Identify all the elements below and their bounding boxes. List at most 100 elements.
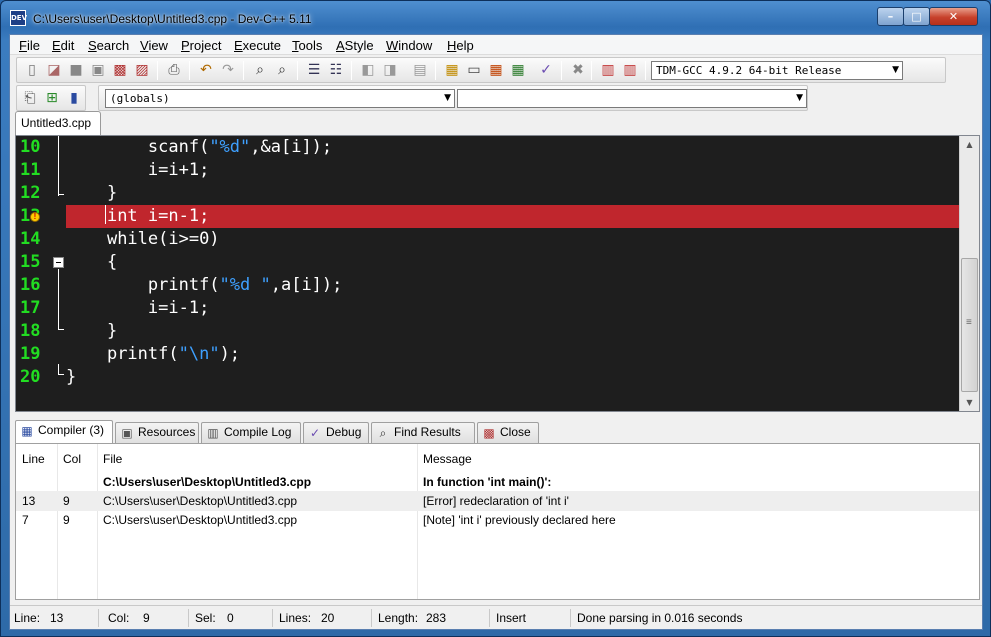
print-icon[interactable]: ⎙ (165, 61, 183, 79)
rebuild-icon[interactable]: ▦ (509, 61, 527, 79)
string-literal: "%d " (219, 275, 271, 295)
profile-chart-icon[interactable]: ▥ (599, 61, 617, 79)
column-header-line[interactable]: Line (22, 452, 45, 466)
code-line[interactable]: printf("\n"); (66, 343, 959, 366)
menu-view[interactable]: View (140, 38, 168, 53)
project-toolbar: ⎗ ⊞ ▮ (16, 85, 86, 111)
error-highlighted-line[interactable]: int i=n-1; (66, 205, 959, 228)
line-number: 12 (20, 183, 41, 203)
code-line[interactable]: { (66, 251, 959, 274)
scroll-down-icon[interactable]: ▼ (960, 394, 979, 411)
tab-compiler[interactable]: ▦ Compiler (3) (15, 420, 113, 444)
status-col-value: 9 (143, 611, 150, 625)
line-number: 10 (20, 137, 41, 157)
menu-project[interactable]: Project (181, 38, 221, 53)
tab-resources[interactable]: ▣ Resources (115, 422, 199, 443)
close-panel-icon: ▩ (483, 426, 495, 440)
new-file-icon[interactable]: ▯ (23, 61, 41, 79)
menu-execute[interactable]: Execute (234, 38, 281, 53)
toolbar-separator (435, 61, 436, 80)
open-file-icon[interactable]: ◪ (45, 61, 63, 79)
delete-profile-icon[interactable]: ▥ (621, 61, 639, 79)
syntax-check-icon[interactable]: ✓ (537, 61, 555, 79)
member-select[interactable]: ▼ (457, 89, 807, 108)
save-icon[interactable]: ■ (67, 61, 85, 79)
chevron-down-icon: ▼ (796, 93, 803, 103)
compile-icon[interactable]: ▦ (443, 61, 461, 79)
close-window-button[interactable]: ✕ (929, 7, 978, 26)
unindent-icon[interactable]: ☷ (327, 61, 345, 79)
cell-col: 9 (63, 513, 70, 527)
cell-file: C:\Users\user\Desktop\Untitled3.cpp (103, 513, 298, 527)
new-project-icon[interactable]: ⎗ (21, 89, 39, 107)
column-header-col[interactable]: Col (63, 452, 81, 466)
cell-line: 7 (22, 513, 29, 527)
close-all-icon[interactable]: ▨ (133, 61, 151, 79)
remove-from-project-icon[interactable]: ▮ (65, 89, 83, 107)
editor-vertical-scrollbar[interactable]: ▲ ▼ (959, 136, 979, 411)
menu-tools[interactable]: Tools (292, 38, 322, 53)
tab-compile-log[interactable]: ▥ Compile Log (201, 422, 301, 443)
compiler-select[interactable]: TDM-GCC 4.9.2 64-bit Release ▼ (651, 61, 903, 80)
debug-icon: ✓ (309, 426, 321, 440)
code-editor[interactable]: 1011121314151617181920 scanf("%d",&a[i])… (15, 135, 980, 412)
compile-run-icon[interactable]: ▦ (487, 61, 505, 79)
stop-execution-icon[interactable]: ✖ (569, 61, 587, 79)
status-separator (489, 609, 490, 627)
replace-icon[interactable]: ⌕ (273, 61, 291, 79)
fold-guide (58, 269, 59, 329)
menu-window[interactable]: Window (386, 38, 432, 53)
scope-select[interactable]: (globals) ▼ (105, 89, 455, 108)
minimize-button[interactable]: – (877, 7, 904, 26)
title-bar[interactable]: DEV C:\Users\user\Desktop\Untitled3.cpp … (1, 1, 990, 35)
menu-edit[interactable]: Edit (52, 38, 74, 53)
scroll-up-icon[interactable]: ▲ (960, 136, 979, 153)
column-header-message[interactable]: Message (423, 452, 472, 466)
close-file-icon[interactable]: ▩ (111, 61, 129, 79)
scroll-thumb[interactable] (961, 258, 978, 392)
menu-file[interactable]: File (19, 38, 40, 53)
bookmark-prev-icon[interactable]: ◧ (359, 61, 377, 79)
code-area[interactable]: scanf("%d",&a[i]); i=i+1; } int i=n-1; w… (66, 136, 959, 411)
maximize-button[interactable]: □ (903, 7, 930, 26)
tab-untitled3-cpp[interactable]: Untitled3.cpp (15, 111, 101, 135)
code-line[interactable]: printf("%d ",a[i]); (66, 274, 959, 297)
app-window: DEV C:\Users\user\Desktop\Untitled3.cpp … (0, 0, 991, 637)
menu-astyle[interactable]: AStyle (336, 38, 374, 53)
code-line[interactable]: i=i-1; (66, 297, 959, 320)
code-line[interactable]: while(i>=0) (66, 228, 959, 251)
indent-icon[interactable]: ☰ (305, 61, 323, 79)
code-line[interactable]: scanf("%d",&a[i]); (66, 136, 959, 159)
toggle-comment-icon[interactable]: ▤ (411, 61, 429, 79)
status-line-label: Line: (14, 611, 41, 625)
code-line[interactable]: i=i+1; (66, 159, 959, 182)
run-icon[interactable]: ▭ (465, 61, 483, 79)
line-number: 14 (20, 229, 41, 249)
bookmark-next-icon[interactable]: ◨ (381, 61, 399, 79)
tab-debug[interactable]: ✓ Debug (303, 422, 369, 443)
code-line[interactable]: } (66, 182, 959, 205)
code-token: } (106, 321, 118, 341)
tab-close[interactable]: ▩ Close (477, 422, 539, 443)
compiler-messages-table: Line Col File Message C:\Users\user\Desk… (15, 443, 980, 600)
redo-icon[interactable]: ↷ (219, 61, 237, 79)
code-line[interactable]: } (66, 366, 959, 389)
table-row[interactable]: C:\Users\user\Desktop\Untitled3.cpp In fu… (16, 472, 979, 492)
menu-help[interactable]: Help (447, 38, 474, 53)
fold-collapse-icon[interactable] (53, 257, 64, 268)
code-token: { (106, 252, 118, 272)
table-row[interactable]: 7 9 C:\Users\user\Desktop\Untitled3.cpp [No… (16, 510, 979, 530)
add-to-project-icon[interactable]: ⊞ (43, 89, 61, 107)
code-token: } (66, 367, 77, 387)
tab-find-results[interactable]: ⌕ Find Results (371, 422, 475, 443)
save-all-icon[interactable]: ▣ (89, 61, 107, 79)
menu-search[interactable]: Search (88, 38, 129, 53)
find-icon[interactable]: ⌕ (251, 61, 269, 79)
code-line[interactable]: } (66, 320, 959, 343)
undo-icon[interactable]: ↶ (197, 61, 215, 79)
line-number: 19 (20, 344, 41, 364)
column-header-file[interactable]: File (103, 452, 122, 466)
toolbar-separator (297, 61, 298, 80)
devcpp-app-icon: DEV (10, 10, 27, 26)
table-row[interactable]: 13 9 C:\Users\user\Desktop\Untitled3.cpp [E… (16, 491, 979, 511)
